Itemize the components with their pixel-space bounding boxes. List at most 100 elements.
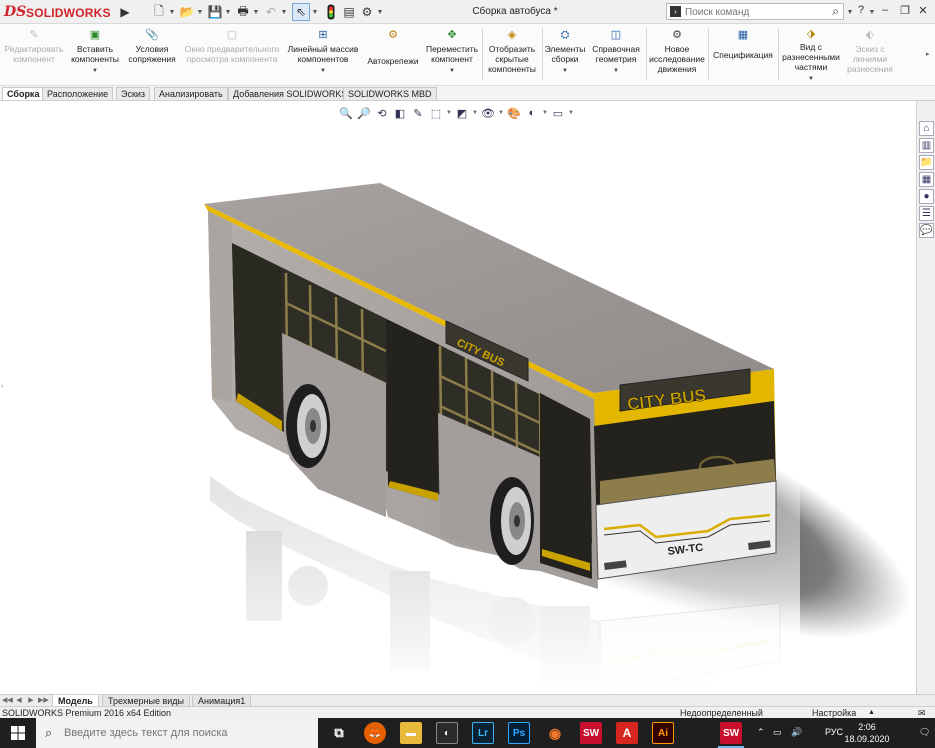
explorer-icon[interactable]: ▬ xyxy=(400,722,422,744)
smart-fasteners-button[interactable]: ⚙ Автокрепежи xyxy=(364,28,422,84)
next-tab-icon[interactable]: ▶ xyxy=(26,696,36,706)
tab-layout[interactable]: Расположение xyxy=(42,87,114,100)
show-hidden-icons-icon[interactable]: ⌃ xyxy=(757,727,765,738)
tab-mbd[interactable]: SOLIDWORKS MBD xyxy=(343,87,437,100)
chevron-down-icon[interactable]: ▼ xyxy=(449,66,455,76)
solidworks-2016-icon[interactable]: SW xyxy=(580,722,602,744)
ribbon-scroll-icon[interactable]: ▸ xyxy=(926,50,930,58)
tile-left-icon[interactable]: ◧ xyxy=(838,101,852,104)
file-properties-icon[interactable]: ▤ xyxy=(340,3,358,21)
tab-sketch[interactable]: Эскиз xyxy=(116,87,151,100)
firefox-icon[interactable]: 🦊 xyxy=(364,722,386,744)
apply-scene-icon[interactable]: ◐ xyxy=(524,105,540,121)
illustrator-icon[interactable]: Ai xyxy=(652,722,674,744)
custom-properties-icon[interactable]: ☰ xyxy=(919,206,934,221)
chevron-down-icon[interactable]: ▼ xyxy=(168,3,176,21)
new-file-icon[interactable]: 🗋 xyxy=(150,3,168,21)
exploded-view-button[interactable]: ⬗ Вид с разнесенными частями ▼ xyxy=(780,28,842,84)
dynamic-annotation-icon[interactable]: ✎ xyxy=(410,105,426,121)
viewport-restore-icon[interactable]: ❐ xyxy=(892,101,906,104)
taskbar-search[interactable]: ⌕ xyxy=(36,718,318,748)
clock[interactable]: 2:06 18.09.2020 xyxy=(843,721,891,745)
reference-geometry-button[interactable]: ◫ Справочная геометрия ▼ xyxy=(588,28,644,84)
search-input[interactable] xyxy=(685,5,815,19)
restore-button[interactable]: ❐ xyxy=(896,4,914,19)
chevron-down-icon[interactable]: ▼ xyxy=(446,105,452,121)
notifications-icon[interactable]: 🗨 xyxy=(919,727,930,738)
close-button[interactable]: ✕ xyxy=(914,4,932,19)
feature-tree-toggle-icon[interactable]: › xyxy=(1,383,3,390)
solidworks-2016-active-icon[interactable]: SW xyxy=(718,722,744,748)
chevron-down-icon[interactable]: ▼ xyxy=(472,105,478,121)
zoom-to-fit-icon[interactable]: 🔍 xyxy=(338,105,354,121)
options-icon[interactable]: ⚙ xyxy=(358,3,376,21)
save-icon[interactable]: 💾 xyxy=(206,3,224,21)
solidworks-resources-icon[interactable]: ⌂ xyxy=(919,121,934,136)
linear-pattern-button[interactable]: ⊞ Линейный массив компонентов ▼ xyxy=(286,28,360,84)
bom-button[interactable]: ▦ Спецификация xyxy=(710,28,776,84)
edit-component-button[interactable]: ✎ Редактировать компонент xyxy=(2,28,66,84)
chevron-down-icon[interactable]: ▼ xyxy=(568,105,574,121)
previous-view-icon[interactable]: ⟲ xyxy=(374,105,390,121)
viewport-close-icon[interactable]: ✕ xyxy=(906,101,916,104)
chevron-down-icon[interactable]: ▼ xyxy=(542,105,548,121)
section-view-icon[interactable]: ◧ xyxy=(392,105,408,121)
tab-evaluate[interactable]: Анализировать xyxy=(154,87,228,100)
tab-addins[interactable]: Добавления SOLIDWORKS xyxy=(228,87,353,100)
start-button[interactable] xyxy=(0,718,36,748)
chevron-down-icon[interactable]: ▼ xyxy=(498,105,504,121)
view-settings-icon[interactable]: ▭ xyxy=(550,105,566,121)
explode-line-sketch-button[interactable]: ⬖ Эскиз с линиями разнесения xyxy=(844,28,896,84)
file-explorer-icon[interactable]: 📁 xyxy=(919,155,934,170)
insert-components-button[interactable]: ▣ Вставить компоненты ▼ xyxy=(68,28,122,84)
solidworks-logo[interactable]: DS SOLIDWORKS xyxy=(4,3,114,21)
open-icon[interactable]: 📂 xyxy=(178,3,196,21)
prev-tab-icon[interactable]: ◀ xyxy=(14,696,24,706)
chevron-down-icon[interactable]: ▼ xyxy=(808,74,814,84)
viewport-minimize-icon[interactable]: – xyxy=(874,101,888,104)
new-motion-study-button[interactable]: ⚙ Новое исследование движения xyxy=(648,28,706,84)
preview-window-button[interactable]: ▢ Окно предварительного просмотра компон… xyxy=(182,28,282,84)
mate-button[interactable]: 📎 Условия сопряжения xyxy=(124,28,180,84)
first-tab-icon[interactable]: ◀◀ xyxy=(2,696,13,706)
chevron-down-icon[interactable]: ▼ xyxy=(311,3,319,21)
select-icon[interactable]: ⇖ xyxy=(292,3,310,21)
print-icon[interactable]: 🖶 xyxy=(234,3,252,21)
search-commands[interactable]: › ⌕ xyxy=(666,3,844,20)
solidworks-forum-icon[interactable]: 💬 xyxy=(919,223,934,238)
chevron-down-icon[interactable]: ▼ xyxy=(196,3,204,21)
blender-icon[interactable]: ◉ xyxy=(544,722,566,744)
network-icon[interactable]: ▭ xyxy=(773,727,782,738)
show-hidden-components-button[interactable]: ◈ Отобразить скрытые компоненты xyxy=(484,28,540,84)
view-palette-icon[interactable]: ▦ xyxy=(919,172,934,187)
acrobat-icon[interactable]: A xyxy=(616,722,638,744)
chevron-down-icon[interactable]: ▼ xyxy=(562,66,568,76)
rebuild-icon[interactable] xyxy=(322,3,340,21)
graphics-area[interactable]: SW-TC xyxy=(0,101,916,694)
taskbar-search-input[interactable] xyxy=(64,726,304,740)
zoom-to-area-icon[interactable]: 🔎 xyxy=(356,105,372,121)
last-tab-icon[interactable]: ▶▶ xyxy=(38,696,49,706)
task-view-icon[interactable]: ⧉ xyxy=(328,722,350,744)
display-style-icon[interactable]: ◩ xyxy=(454,105,470,121)
lightroom-icon[interactable]: Lr xyxy=(472,722,494,744)
language-indicator[interactable]: РУС xyxy=(825,727,843,737)
photoshop-icon[interactable]: Ps xyxy=(508,722,530,744)
bus-model[interactable]: SW-TC xyxy=(0,101,916,694)
minimize-button[interactable]: – xyxy=(876,4,894,19)
chevron-down-icon[interactable]: ▼ xyxy=(320,66,326,76)
hide-show-items-icon[interactable]: 👁 xyxy=(480,105,496,121)
appearances-icon[interactable]: ● xyxy=(919,189,934,204)
move-component-button[interactable]: ✥ Переместить компонент ▼ xyxy=(424,28,480,84)
chevron-down-icon[interactable]: ▼ xyxy=(252,3,260,21)
menu-expand-icon[interactable]: ▶ xyxy=(116,3,134,21)
chevron-down-icon[interactable]: ▼ xyxy=(280,3,288,21)
undo-icon[interactable]: ↶ xyxy=(262,3,280,21)
volume-icon[interactable]: 🔊 xyxy=(791,727,802,738)
help-menu-icon[interactable]: ▼ xyxy=(868,3,876,21)
chevron-down-icon[interactable]: ▼ xyxy=(224,3,232,21)
excel-viewer-icon[interactable]: ◐ xyxy=(436,722,458,744)
search-icon[interactable]: ⌕ xyxy=(832,4,839,19)
chevron-down-icon[interactable]: ▼ xyxy=(92,66,98,76)
tile-right-icon[interactable]: ◨ xyxy=(856,101,870,104)
